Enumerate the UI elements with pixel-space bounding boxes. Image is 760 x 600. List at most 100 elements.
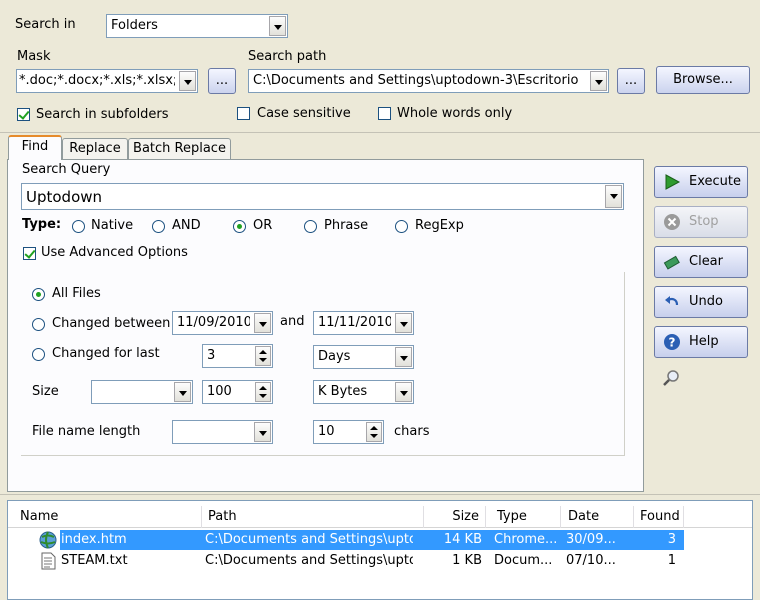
last-unit-select[interactable]: Days [313, 345, 414, 369]
case-sensitive-label: Case sensitive [257, 106, 351, 121]
row-type: Docum... [494, 553, 553, 568]
date-to-value: 11/11/2010 [318, 315, 391, 330]
search-in-value: Folders [111, 18, 158, 33]
chars-label: chars [394, 424, 430, 439]
filename-length-label: File name length [32, 424, 141, 439]
subfolders-label: Search in subfolders [36, 107, 169, 122]
chevron-down-icon[interactable] [605, 185, 622, 208]
tab-batch-replace[interactable]: Batch Replace [128, 138, 231, 160]
execute-label: Execute [689, 174, 741, 189]
chevron-down-icon[interactable] [395, 382, 412, 402]
path-browse-dots-button[interactable]: ... [617, 68, 645, 94]
and-label: and [280, 314, 305, 329]
row-size: 1 KB [452, 553, 482, 568]
row-name: index.htm [61, 532, 127, 547]
type-or-label: OR [253, 218, 273, 233]
type-phrase-radio[interactable] [304, 220, 317, 233]
subfolders-checkbox[interactable] [17, 108, 30, 121]
column-date[interactable]: Date [562, 506, 634, 528]
last-value-stepper[interactable]: 3 [202, 344, 273, 368]
row-path: C:\Documents and Settings\upto... [205, 532, 413, 547]
column-found[interactable]: Found [634, 506, 684, 528]
all-files-label: All Files [52, 286, 101, 301]
whole-words-checkbox[interactable] [378, 107, 391, 120]
type-label: Type: [22, 217, 62, 232]
mask-browse-button[interactable]: ... [208, 68, 236, 94]
mask-label: Mask [17, 49, 51, 64]
column-size[interactable]: Size [424, 506, 486, 528]
size-operator-select[interactable] [91, 380, 193, 404]
date-to-picker[interactable]: 11/11/2010 [313, 311, 414, 335]
mask-value: *.doc;*.docx;*.xls;*.xlsx;*.h [19, 73, 175, 88]
help-button[interactable]: ? Help [654, 326, 748, 358]
changed-last-radio[interactable] [32, 348, 45, 361]
mask-input[interactable]: *.doc;*.docx;*.xls;*.xlsx;*.h [16, 69, 198, 93]
changed-last-label: Changed for last [52, 346, 160, 361]
chevron-down-icon[interactable] [254, 422, 271, 442]
chevron-down-icon[interactable] [179, 71, 196, 91]
type-regexp-radio[interactable] [395, 220, 408, 233]
date-from-value: 11/09/2010 [177, 315, 250, 330]
stop-label: Stop [689, 214, 719, 229]
type-native-label: Native [91, 218, 134, 233]
eraser-icon [663, 255, 680, 270]
chevron-down-icon[interactable] [254, 313, 271, 333]
undo-arrow-icon [665, 296, 679, 306]
advanced-options-checkbox[interactable] [23, 247, 36, 260]
filename-length-value: 10 [318, 424, 335, 439]
tab-replace[interactable]: Replace [62, 138, 128, 160]
type-phrase-label: Phrase [324, 218, 369, 233]
type-or-radio[interactable] [233, 220, 246, 233]
stop-icon [664, 214, 680, 230]
row-path: C:\Documents and Settings\upto... [205, 553, 413, 568]
date-from-picker[interactable]: 11/09/2010 [172, 311, 273, 335]
filename-length-operator-select[interactable] [172, 420, 273, 444]
tab-find[interactable]: Find [8, 135, 62, 160]
size-unit-select[interactable]: K Bytes [313, 380, 414, 404]
advanced-options-label: Use Advanced Options [41, 245, 188, 260]
help-label: Help [689, 334, 719, 349]
results-separator [0, 494, 760, 495]
column-type[interactable]: Type [491, 506, 561, 528]
magnifier-icon [663, 370, 679, 386]
row-name: STEAM.txt [61, 553, 128, 568]
row-type: Chrome... [494, 532, 558, 547]
size-value-stepper[interactable]: 100 [202, 380, 273, 404]
search-in-select[interactable]: Folders [106, 14, 288, 38]
row-date: 07/10... [566, 553, 616, 568]
spinner-arrows-icon[interactable] [255, 382, 271, 402]
column-name[interactable]: Name [14, 506, 202, 528]
changed-between-radio[interactable] [32, 318, 45, 331]
changed-between-label: Changed between [52, 316, 171, 331]
spinner-arrows-icon[interactable] [366, 422, 382, 442]
stop-button[interactable]: Stop [654, 206, 748, 238]
play-icon [665, 174, 681, 190]
search-query-input[interactable]: Uptodown [21, 183, 624, 210]
execute-button[interactable]: Execute [654, 166, 748, 198]
spinner-arrows-icon[interactable] [255, 346, 271, 366]
last-unit-value: Days [318, 349, 351, 364]
top-separator [0, 132, 760, 133]
search-in-label: Search in [15, 17, 76, 32]
search-path-input[interactable]: C:\Documents and Settings\uptodown-3\Esc… [248, 69, 609, 93]
case-sensitive-checkbox[interactable] [237, 107, 250, 120]
size-unit-value: K Bytes [318, 384, 368, 399]
filename-length-stepper[interactable]: 10 [313, 420, 384, 444]
type-native-radio[interactable] [72, 220, 85, 233]
chevron-down-icon[interactable] [269, 16, 286, 36]
browse-button[interactable]: Browse... [656, 66, 750, 94]
chevron-down-icon[interactable] [395, 347, 412, 367]
chevron-down-icon[interactable] [174, 382, 191, 402]
search-path-label: Search path [248, 49, 327, 64]
undo-button[interactable]: Undo [654, 286, 748, 318]
chevron-down-icon[interactable] [590, 71, 607, 91]
chevron-down-icon[interactable] [395, 313, 412, 333]
all-files-radio[interactable] [32, 288, 45, 301]
column-path[interactable]: Path [202, 506, 424, 528]
help-icon: ? [664, 334, 680, 350]
clear-button[interactable]: Clear [654, 246, 748, 278]
type-regexp-label: RegExp [415, 218, 464, 233]
type-and-radio[interactable] [152, 220, 165, 233]
size-label: Size [32, 384, 59, 399]
web-page-icon [39, 531, 57, 549]
